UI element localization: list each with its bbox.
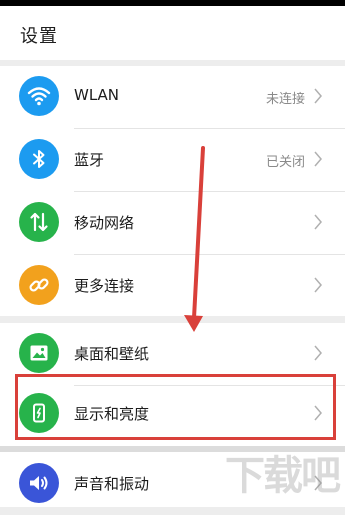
page-header: 设置 [0, 6, 345, 60]
chevron-right-icon [314, 345, 322, 361]
settings-item-label: 桌面和壁纸 [74, 345, 150, 363]
mobile-network-icon [19, 202, 59, 242]
display-brightness-icon [19, 393, 59, 433]
settings-item-label: 显示和亮度 [74, 405, 150, 423]
settings-item-label: WLAN [74, 86, 120, 104]
connections-group: WLAN 未连接 蓝牙 已关闭 移动网络 更多连接 [0, 66, 345, 316]
wlan-status: 未连接 [265, 92, 305, 107]
settings-item-display-brightness[interactable]: 显示和亮度 [0, 383, 345, 445]
wallpaper-icon [19, 333, 59, 373]
settings-item-label: 声音和振动 [74, 475, 150, 493]
chevron-right-icon [314, 214, 322, 230]
chevron-right-icon [314, 277, 322, 293]
chevron-right-icon [314, 475, 322, 491]
chevron-right-icon [314, 405, 322, 421]
settings-item-wlan[interactable]: WLAN 未连接 [0, 66, 345, 128]
group-separator [0, 446, 345, 452]
settings-item-more-connections[interactable]: 更多连接 [0, 255, 345, 317]
settings-item-label: 蓝牙 [74, 151, 105, 169]
chevron-right-icon [314, 151, 322, 167]
settings-item-label: 更多连接 [74, 277, 135, 295]
display-group: 桌面和壁纸 显示和亮度 声音和振动 [0, 323, 345, 507]
wifi-icon [19, 76, 59, 116]
settings-item-sound-vibration[interactable]: 声音和振动 [0, 453, 345, 515]
settings-item-mobile-network[interactable]: 移动网络 [0, 192, 345, 254]
bluetooth-status: 已关闭 [265, 155, 305, 170]
settings-item-bluetooth[interactable]: 蓝牙 已关闭 [0, 129, 345, 191]
settings-item-label: 移动网络 [74, 214, 135, 232]
settings-item-wallpaper[interactable]: 桌面和壁纸 [0, 323, 345, 385]
bluetooth-icon [19, 139, 59, 179]
chevron-right-icon [314, 88, 322, 104]
link-icon [19, 265, 59, 305]
sound-vibration-icon [19, 463, 59, 503]
page-title: 设置 [20, 26, 58, 47]
